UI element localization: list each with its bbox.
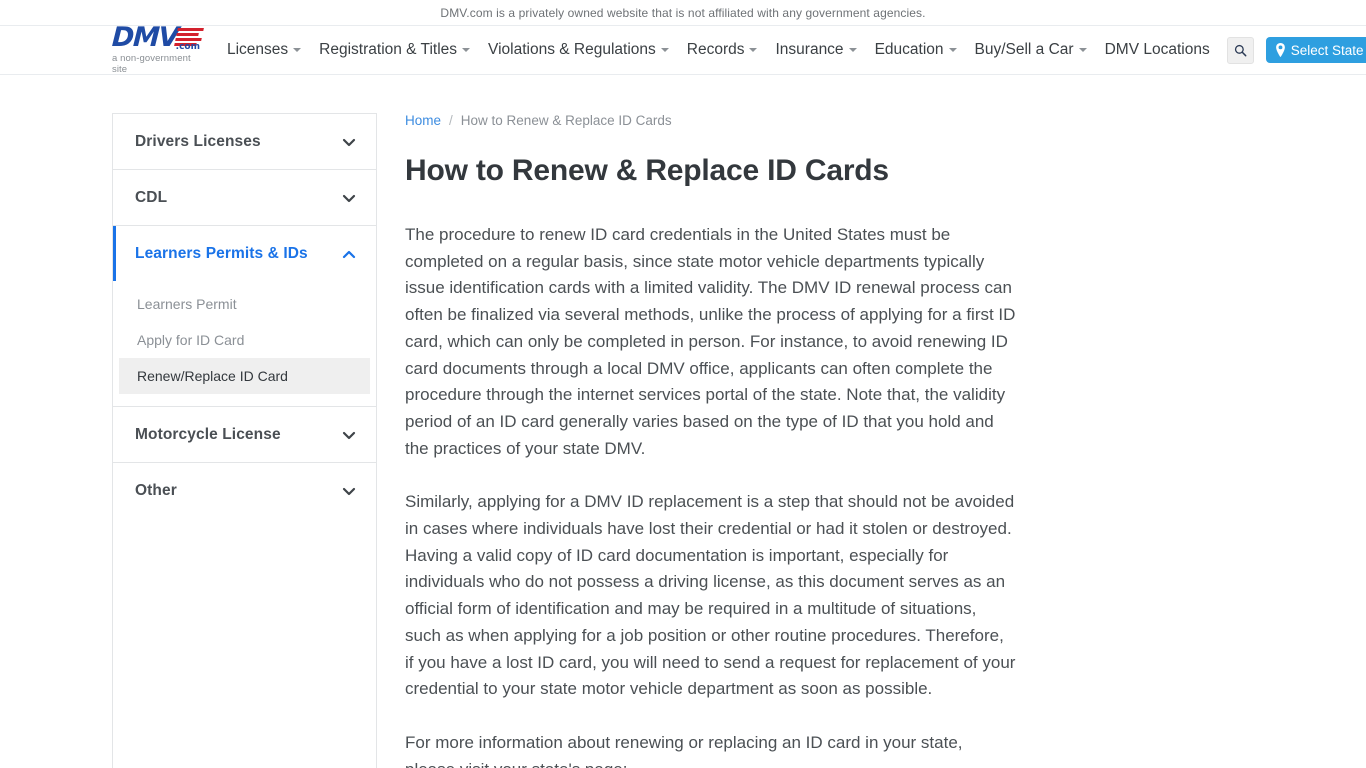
- body-paragraph-3: For more information about renewing or r…: [405, 732, 963, 768]
- chevron-down-icon: [948, 48, 957, 52]
- nav-item-records[interactable]: Records: [678, 26, 767, 74]
- sidebar-item-apply-for-id-card[interactable]: Apply for ID Card: [119, 322, 370, 358]
- chevron-down-icon: [342, 138, 356, 146]
- chevron-down-icon: [660, 48, 669, 52]
- site-header: DMV .com a non-government site Licenses …: [0, 21, 1366, 75]
- chevron-down-icon: [342, 431, 356, 439]
- sidebar-section-label: Learners Permits & IDs: [135, 244, 308, 262]
- nav-item-label: Records: [686, 41, 745, 58]
- logo-wordmark: DMV: [111, 21, 179, 53]
- sidebar-subitems: Learners Permit Apply for ID Card Renew/…: [113, 281, 376, 406]
- main-content: Home / How to Renew & Replace ID Cards H…: [377, 113, 1167, 768]
- nav-item-buy-sell-a-car[interactable]: Buy/Sell a Car: [966, 26, 1096, 74]
- sidebar-section-header[interactable]: Learners Permits & IDs: [113, 226, 376, 281]
- disclaimer-text: DMV.com is a privately owned website tha…: [440, 5, 926, 20]
- breadcrumb-home-link[interactable]: Home: [405, 113, 441, 128]
- select-state-label: Select State: [1290, 42, 1364, 58]
- nav-item-label: Buy/Sell a Car: [974, 41, 1074, 58]
- nav-item-label: Violations & Regulations: [488, 41, 656, 58]
- search-button[interactable]: [1226, 36, 1254, 64]
- sidebar-section-header[interactable]: CDL: [113, 170, 376, 225]
- chevron-down-icon: [1078, 48, 1087, 52]
- sidebar-section-learners-permits-ids: Learners Permits & IDs Learners Permit A…: [113, 225, 376, 406]
- page-title: How to Renew & Replace ID Cards: [405, 154, 889, 187]
- body-paragraph-1: The procedure to renew ID card credentia…: [405, 225, 1016, 458]
- nav-item-dmv-locations[interactable]: DMV Locations: [1096, 26, 1219, 74]
- chevron-down-icon: [462, 48, 471, 52]
- sidebar-section-drivers-licenses: Drivers Licenses: [113, 114, 376, 169]
- chevron-down-icon: [342, 194, 356, 202]
- nav-item-registration-titles[interactable]: Registration & Titles: [310, 26, 479, 74]
- sidebar-section-other: Other: [113, 462, 376, 518]
- nav-item-label: Education: [874, 41, 944, 58]
- nav-item-label: Licenses: [226, 41, 289, 58]
- logo-tagline: a non-government site: [112, 52, 191, 75]
- sidebar-section-label: Motorcycle License: [135, 425, 281, 443]
- sidebar-accordion: Drivers Licenses CDL Learners Permits & …: [112, 113, 377, 768]
- nav-item-insurance[interactable]: Insurance: [766, 26, 865, 74]
- sidebar-section-label: CDL: [135, 188, 168, 206]
- sidebar-section-motorcycle-license: Motorcycle License: [113, 406, 376, 462]
- nav-item-label: Insurance: [775, 41, 844, 58]
- breadcrumb-current: How to Renew & Replace ID Cards: [460, 113, 672, 128]
- disclaimer-bar: DMV.com is a privately owned website tha…: [0, 0, 1366, 25]
- body-paragraph-2: Similarly, applying for a DMV ID replace…: [405, 492, 1016, 699]
- header-tools: Select State: [1226, 36, 1366, 64]
- select-state-button[interactable]: Select State: [1265, 37, 1366, 63]
- chevron-down-icon: [342, 487, 356, 495]
- sidebar-section-header[interactable]: Motorcycle License: [113, 407, 376, 462]
- chevron-down-icon: [749, 48, 758, 52]
- sidebar-section-label: Drivers Licenses: [135, 132, 261, 150]
- sidebar-section-cdl: CDL: [113, 169, 376, 225]
- sidebar-item-renew-replace-id-card[interactable]: Renew/Replace ID Card: [119, 358, 370, 394]
- site-logo[interactable]: DMV .com a non-government site: [111, 21, 204, 75]
- breadcrumb: Home / How to Renew & Replace ID Cards: [405, 113, 1017, 128]
- search-icon: [1234, 44, 1247, 56]
- chevron-down-icon: [293, 48, 302, 52]
- nav-item-violations-regulations[interactable]: Violations & Regulations: [479, 26, 678, 74]
- logo-dotcom: .com: [175, 41, 200, 52]
- location-pin-icon: [1275, 43, 1286, 57]
- sidebar-section-label: Other: [135, 481, 177, 499]
- chevron-up-icon: [342, 250, 356, 258]
- sidebar-section-header[interactable]: Drivers Licenses: [113, 114, 376, 169]
- breadcrumb-separator: /: [449, 113, 453, 128]
- nav-item-education[interactable]: Education: [866, 26, 966, 74]
- page-body: Drivers Licenses CDL Learners Permits & …: [0, 75, 1366, 768]
- main-navigation: Licenses Registration & Titles Violation…: [218, 26, 1219, 74]
- sidebar-item-learners-permit[interactable]: Learners Permit: [119, 286, 370, 322]
- sidebar-section-header[interactable]: Other: [113, 463, 376, 518]
- nav-item-licenses[interactable]: Licenses: [218, 26, 310, 74]
- nav-item-label: Registration & Titles: [319, 41, 458, 58]
- chevron-down-icon: [848, 48, 857, 52]
- nav-item-label: DMV Locations: [1104, 41, 1210, 58]
